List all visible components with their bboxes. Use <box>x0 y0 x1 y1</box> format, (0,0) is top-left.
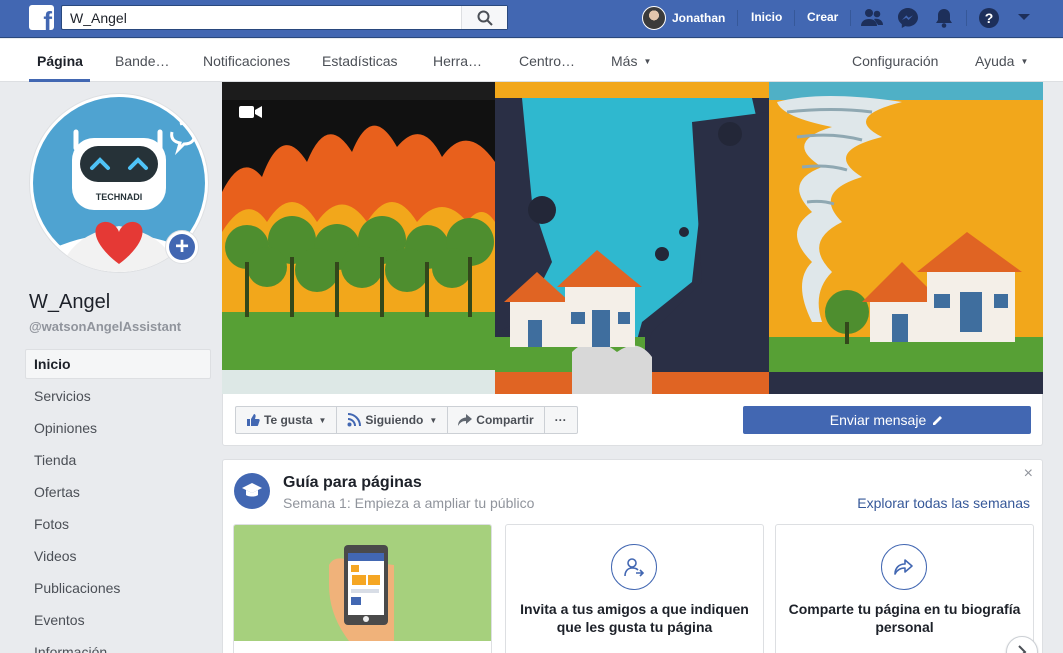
share-arrow-icon <box>458 414 473 426</box>
share-button[interactable]: Compartir <box>448 407 545 433</box>
following-button[interactable]: Siguiendo ▼ <box>337 407 449 433</box>
caret-down-icon: ▼ <box>429 415 438 425</box>
add-photo-button[interactable]: + <box>165 230 199 264</box>
robot-label: TECHNADI <box>96 192 143 202</box>
page-title: W_Angel <box>29 291 111 313</box>
divider <box>737 10 738 26</box>
tab-help[interactable]: Ayuda ▼ <box>975 53 1028 69</box>
like-button-label: Te gusta <box>264 413 313 427</box>
guide-card[interactable]: Invita a tus amigos a que indiquen que l… <box>505 524 764 653</box>
sidebar-item-home[interactable]: Inicio <box>25 349 211 379</box>
tab-more[interactable]: Más ▼ <box>611 53 651 69</box>
sidebar-item-photos[interactable]: Fotos <box>25 509 211 539</box>
tab-insights[interactable]: Estadísticas <box>322 53 397 69</box>
thumbs-up-icon <box>247 414 260 426</box>
tab-notifications[interactable]: Notificaciones <box>203 53 290 69</box>
help-icon[interactable]: ? <box>978 7 1000 29</box>
sidebar-item-videos[interactable]: Videos <box>25 541 211 571</box>
invite-friends-icon <box>611 544 657 590</box>
more-options-button[interactable]: ··· <box>545 407 577 433</box>
sidebar-item-shop[interactable]: Tienda <box>25 445 211 475</box>
user-profile-link[interactable]: Jonathan <box>642 5 725 30</box>
send-message-label: Enviar mensaje <box>829 412 927 428</box>
video-camera-icon <box>239 106 262 118</box>
pencil-icon <box>933 416 943 425</box>
share-button-label: Compartir <box>476 413 534 427</box>
top-bar: f Jonathan Inicio Crear ? <box>0 0 1063 38</box>
avatar <box>642 5 666 30</box>
tab-inbox[interactable]: Bande… <box>115 53 169 69</box>
page-action-buttons: Te gusta ▼ Siguiendo ▼ Compartir ··· <box>235 406 578 434</box>
sidebar-item-events[interactable]: Eventos <box>25 605 211 635</box>
divider <box>850 10 851 26</box>
caret-down-icon: ▼ <box>643 57 652 66</box>
tab-settings[interactable]: Configuración <box>852 53 938 69</box>
tab-page[interactable]: Página <box>37 53 83 69</box>
active-tab-indicator <box>29 79 90 82</box>
page-guide-panel: Guía para páginas Semana 1: Empieza a am… <box>222 459 1043 653</box>
svg-text:?: ? <box>985 10 994 26</box>
tab-more-label: Más <box>611 53 638 69</box>
sidebar-item-offers[interactable]: Ofertas <box>25 477 211 507</box>
sidebar-item-posts[interactable]: Publicaciones <box>25 573 211 603</box>
search-icon <box>477 10 493 26</box>
guide-subtitle: Semana 1: Empieza a ampliar tu público <box>283 495 535 511</box>
tab-tools[interactable]: Herra… <box>433 53 482 69</box>
create-link[interactable]: Crear <box>807 10 838 24</box>
divider <box>966 10 967 26</box>
home-link[interactable]: Inicio <box>751 10 782 24</box>
following-button-label: Siguiendo <box>365 413 424 427</box>
sidebar-item-services[interactable]: Servicios <box>25 381 211 411</box>
cover-video[interactable] <box>222 82 1043 394</box>
search-button[interactable] <box>461 6 507 29</box>
search-box <box>61 5 508 30</box>
chevron-down-icon[interactable] <box>1017 12 1031 22</box>
tab-help-label: Ayuda <box>975 53 1015 69</box>
page-handle[interactable]: @watsonAngelAssistant <box>29 319 181 334</box>
send-message-button[interactable]: Enviar mensaje <box>743 406 1031 434</box>
like-button[interactable]: Te gusta ▼ <box>236 407 338 433</box>
page-tabs: Página Bande… Notificaciones Estadística… <box>0 39 1063 82</box>
share-arrow-icon <box>881 544 927 590</box>
graduation-cap-icon <box>234 473 270 509</box>
divider <box>794 10 795 26</box>
sidebar-item-about[interactable]: Información <box>25 637 211 653</box>
close-icon[interactable]: × <box>1024 465 1033 483</box>
messenger-icon[interactable] <box>897 7 919 29</box>
user-name: Jonathan <box>672 10 726 25</box>
chevron-right-icon <box>1018 645 1027 653</box>
caret-down-icon: ▼ <box>318 415 327 425</box>
page-actions-bar: Te gusta ▼ Siguiendo ▼ Compartir ··· Env… <box>222 394 1043 446</box>
guide-card[interactable]: Comparte tu página en tu biografía perso… <box>775 524 1034 653</box>
phone-illustration <box>234 525 491 641</box>
sidebar-item-reviews[interactable]: Opiniones <box>25 413 211 443</box>
guide-card-title: Invita a tus amigos a que indiquen que l… <box>520 601 749 635</box>
guide-card[interactable] <box>233 524 492 653</box>
plus-icon: + <box>169 234 195 260</box>
friends-icon[interactable] <box>860 7 884 29</box>
facebook-logo-icon[interactable]: f <box>29 5 54 30</box>
search-input[interactable] <box>62 6 457 29</box>
rss-icon <box>347 413 362 427</box>
caret-down-icon: ▼ <box>1020 57 1029 66</box>
tab-center[interactable]: Centro… <box>519 53 575 69</box>
guide-card-title: Comparte tu página en tu biografía perso… <box>788 601 1021 635</box>
notifications-bell-icon[interactable] <box>933 7 955 29</box>
explore-weeks-link[interactable]: Explorar todas las semanas <box>857 495 1030 511</box>
cover-illustration <box>222 82 1043 394</box>
guide-title: Guía para páginas <box>283 474 422 491</box>
